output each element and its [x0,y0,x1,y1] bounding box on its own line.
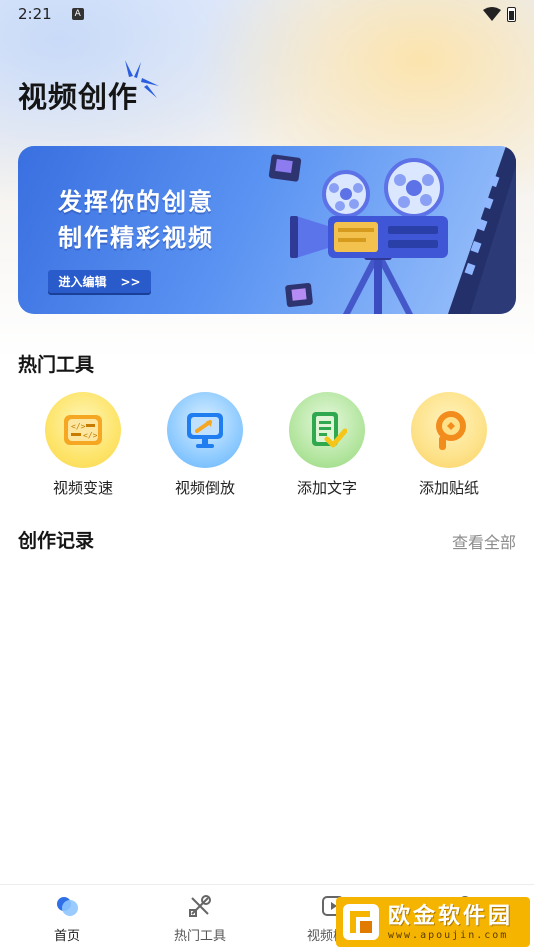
watermark-url: www.apoujin.com [388,929,509,941]
records-section-title: 创作记录 [18,530,95,552]
tool-icon-circle [289,392,365,468]
document-check-icon [312,412,347,448]
status-right-icons [483,6,516,22]
svg-text:</>: </> [83,431,98,440]
tool-label: 视频变速 [52,479,113,497]
banner-headline-2: 制作精彩视频 [58,224,214,252]
watermark-main-text: 欧金软件园 [388,903,514,929]
sparkle-icon [125,60,159,98]
notification-a-icon: A [71,8,84,20]
tool-icon-circle: </> </> [45,392,121,468]
battery-icon [507,6,516,22]
svg-text:</>: </> [71,422,86,431]
tool-icon-circle [167,392,243,468]
nav-item-home[interactable]: 首页 [22,893,112,944]
code-panel-icon: </> </> [64,415,102,445]
tools-section-title: 热门工具 [18,354,95,376]
film-projector-illustration [268,146,516,314]
tool-video-reverse[interactable]: 视频倒放 [150,392,260,498]
tool-add-text[interactable]: 添加文字 [272,392,382,498]
enter-edit-label: 进入编辑 [58,275,107,289]
tools-icon [189,895,211,917]
home-icon [57,897,78,916]
site-watermark: 欧金软件园 www.apoujin.com [336,897,530,947]
tool-label: 添加文字 [296,479,357,497]
tool-label: 视频倒放 [174,479,235,497]
nav-label: 首页 [53,929,80,944]
watermark-text: 欧金软件园 www.apoujin.com [388,904,513,941]
sticker-icon [436,411,466,450]
tool-add-sticker[interactable]: 添加贴纸 [394,392,504,498]
banner-headline-1: 发挥你的创意 [58,188,214,216]
tool-icon-circle [411,392,487,468]
watermark-logo [343,904,379,940]
view-all-link[interactable]: 查看全部 [452,529,516,553]
promo-banner[interactable]: 发挥你的创意 制作精彩视频 进入编辑 >> [18,146,516,314]
monitor-arrow-icon [187,413,223,448]
enter-edit-button[interactable]: 进入编辑 >> [48,270,151,293]
status-bar: 2:21 A [0,0,534,28]
nav-item-tools[interactable]: 热门工具 [155,893,245,944]
enter-edit-arrow: >> [120,274,141,289]
wifi-icon [483,7,501,21]
tool-video-speed[interactable]: </> </> 视频变速 [28,392,138,498]
status-time: 2:21 [18,5,52,23]
tool-label: 添加贴纸 [418,479,479,497]
nav-label: 热门工具 [173,929,226,944]
